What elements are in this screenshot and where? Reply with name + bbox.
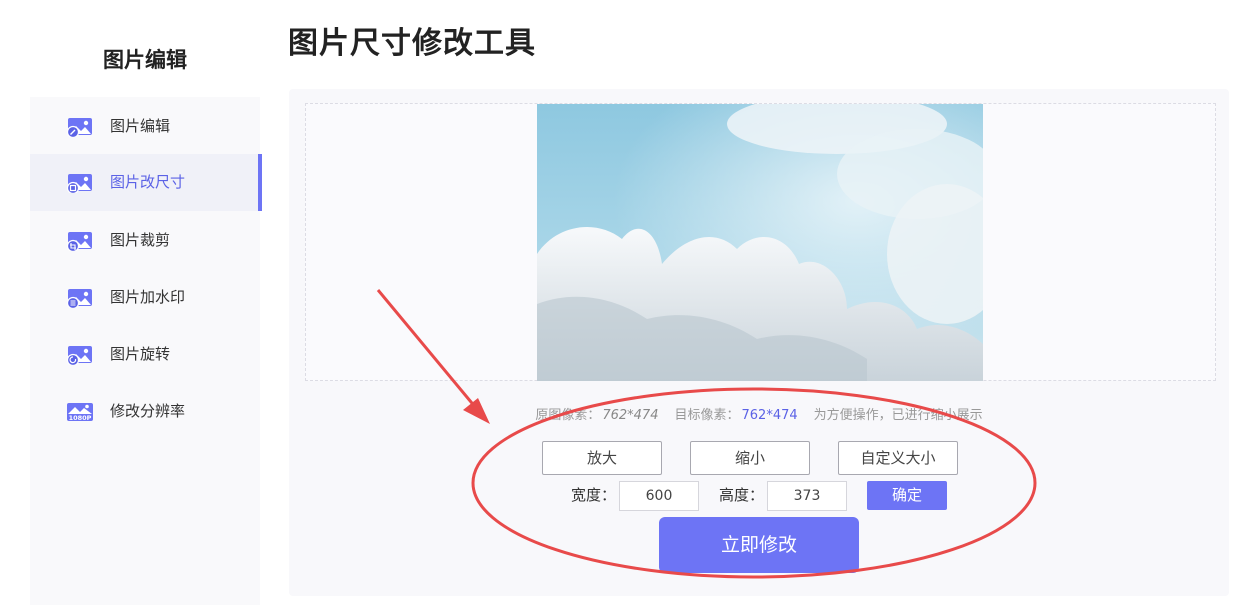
sidebar-item-label: 图片改尺寸	[110, 173, 186, 191]
original-pixel-value: 762*474	[602, 408, 659, 423]
sidebar-item-image-watermark[interactable]: 图片加水印	[30, 269, 260, 326]
image-resize-icon	[66, 174, 92, 193]
preview-image	[537, 104, 983, 381]
enlarge-button[interactable]: 放大	[542, 441, 662, 475]
image-watermark-icon	[66, 289, 92, 308]
sidebar-item-image-edit[interactable]: 图片编辑	[30, 98, 260, 155]
image-resolution-icon: 1080P	[67, 403, 93, 422]
image-crop-icon	[66, 232, 92, 251]
sidebar-item-image-crop[interactable]: 图片裁剪	[30, 212, 260, 269]
sidebar-item-label: 图片裁剪	[110, 231, 171, 249]
target-pixel-label: 目标像素：	[674, 408, 740, 423]
page-title: 图片尺寸修改工具	[288, 26, 536, 61]
pixel-info: 原图像素： 762*474 目标像素： 762*474 为方便操作，已进行缩小展示	[289, 404, 1229, 423]
height-input[interactable]	[767, 481, 847, 511]
sidebar-item-label: 图片编辑	[110, 117, 171, 135]
image-rotate-icon	[66, 346, 92, 365]
sidebar-item-label: 图片旋转	[110, 345, 171, 363]
sidebar-item-image-rotate[interactable]: 图片旋转	[30, 326, 260, 383]
svg-text:1080P: 1080P	[69, 414, 92, 422]
editor-panel: 原图像素： 762*474 目标像素： 762*474 为方便操作，已进行缩小展示 放大…	[289, 89, 1229, 596]
height-label: 高度：	[719, 486, 765, 504]
apply-now-button[interactable]: 立即修改	[659, 517, 859, 573]
target-pixel-value: 762*474	[741, 408, 798, 423]
sidebar-nav: 图片编辑 图片改尺寸 图片裁剪 图片加水印 图片旋转 1080P 修改分辨率	[30, 97, 262, 605]
sidebar-title: 图片编辑	[103, 48, 187, 72]
width-label: 宽度：	[571, 486, 617, 504]
sidebar-item-image-resolution[interactable]: 1080P 修改分辨率	[30, 383, 260, 440]
image-edit-icon	[66, 118, 92, 137]
custom-size-button[interactable]: 自定义大小	[838, 441, 958, 475]
sidebar-item-label: 修改分辨率	[110, 402, 186, 420]
sidebar-item-label: 图片加水印	[110, 288, 186, 306]
width-input[interactable]	[619, 481, 699, 511]
sidebar-item-image-resize[interactable]: 图片改尺寸	[30, 154, 262, 211]
image-preview-area	[305, 103, 1216, 381]
original-pixel-label: 原图像素：	[535, 408, 601, 423]
confirm-button[interactable]: 确定	[867, 481, 947, 510]
shrink-button[interactable]: 缩小	[690, 441, 810, 475]
display-note: 为方便操作，已进行缩小展示	[813, 408, 983, 423]
